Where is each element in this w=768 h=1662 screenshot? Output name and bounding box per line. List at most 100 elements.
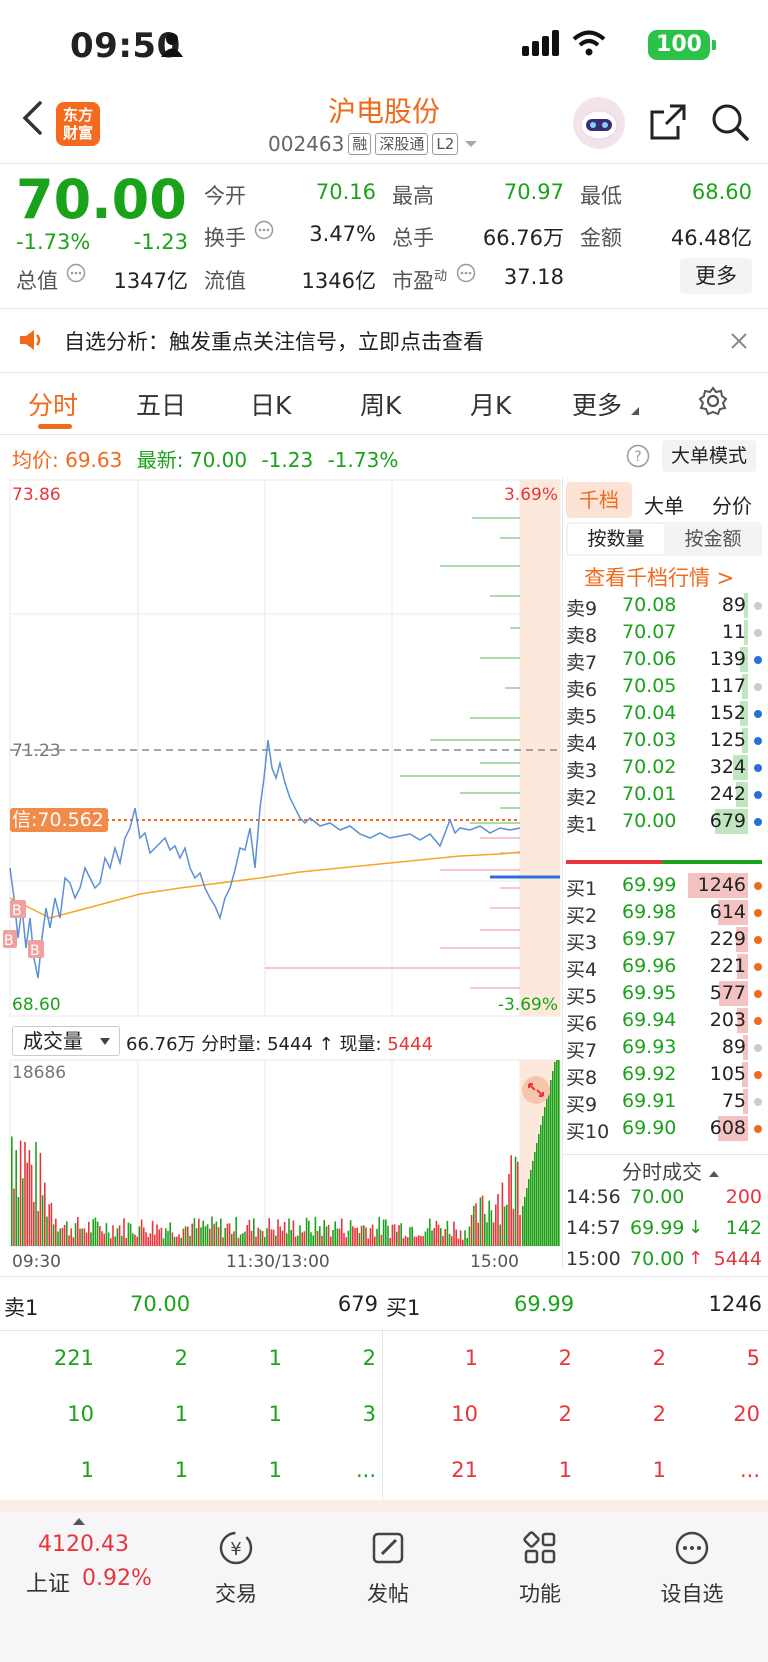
latest-label: 最新: <box>136 448 184 472</box>
volume-bar <box>72 1237 75 1246</box>
volume-bar <box>228 1223 231 1246</box>
level-dot <box>754 602 762 610</box>
volume-chart[interactable]: 18686 <box>0 1058 562 1248</box>
settings-gear-icon[interactable] <box>698 386 728 416</box>
bid1-qty: 1246 <box>708 1292 762 1316</box>
ask-level[interactable]: 卖2 70.01 242 <box>566 781 764 809</box>
bid-level[interactable]: 买3 69.97 229 <box>566 926 764 954</box>
bid-level[interactable]: 买4 69.96 221 <box>566 953 764 981</box>
volume-bar <box>380 1234 383 1246</box>
index-value[interactable]: 4120.43 <box>38 1532 129 1557</box>
ask-level-price: 70.07 <box>622 621 677 643</box>
bid-level[interactable]: 买1 69.99 1246 <box>566 872 764 900</box>
volume-bar <box>187 1226 189 1246</box>
bid-level[interactable]: 买2 69.98 614 <box>566 899 764 927</box>
ask-level[interactable]: 卖7 70.06 139 <box>566 646 764 674</box>
info-dots-icon[interactable] <box>254 220 274 240</box>
info-dots-icon[interactable] <box>66 263 86 283</box>
trade-qty: 200 <box>725 1186 762 1208</box>
volume-bar <box>371 1224 374 1246</box>
tab-monthly-k[interactable]: 月K <box>470 386 511 422</box>
subtab-by-amount[interactable]: 按金额 <box>666 524 760 554</box>
index-change[interactable]: 0.92% <box>82 1566 152 1591</box>
nav-add-watchlist[interactable]: 设自选 <box>642 1528 742 1608</box>
volume-total: 66.76万 <box>126 1034 196 1055</box>
level-dot <box>754 936 762 944</box>
time-axis-mid: 11:30/13:00 <box>226 1252 330 1272</box>
volume-bar <box>147 1237 149 1246</box>
tab-price-distribution[interactable]: 分价 <box>712 490 752 519</box>
volume-bar <box>281 1230 284 1246</box>
indicator-selector[interactable]: 成交量 <box>12 1026 120 1056</box>
ask-level[interactable]: 卖5 70.04 152 <box>566 700 764 728</box>
subtab-by-volume[interactable]: 按数量 <box>568 524 664 554</box>
more-button[interactable]: 更多 <box>680 258 752 294</box>
bid-level[interactable]: 买6 69.94 203 <box>566 1007 764 1035</box>
ask-level-label: 卖9 <box>566 598 598 620</box>
volume-bar <box>457 1238 460 1246</box>
index-name[interactable]: 上证 <box>26 1566 70 1598</box>
tab-weekly-k[interactable]: 周K <box>360 386 401 422</box>
tab-five-day[interactable]: 五日 <box>136 386 186 422</box>
intraday-price-chart[interactable]: 信:70.562 B B B 73.86 3.69% 71.23 68.60 -… <box>0 478 562 1022</box>
banner-text[interactable]: 自选分析：触发重点关注信号，立即点击查看 <box>64 326 484 356</box>
bid1-label: 买1 <box>386 1296 421 1320</box>
stock-code-line[interactable]: 002463 融 深股通 L2 <box>268 132 480 156</box>
share-icon[interactable] <box>648 102 688 142</box>
bid-level-qty: 577 <box>709 982 746 1004</box>
nav-trade[interactable]: ¥ 交易 <box>186 1528 286 1608</box>
volume-bar <box>96 1221 99 1246</box>
market-cap-value: 1347亿 <box>113 269 188 293</box>
close-icon[interactable] <box>730 332 748 350</box>
volume-bar <box>312 1235 314 1246</box>
bid-level[interactable]: 买10 69.90 608 <box>566 1115 764 1143</box>
volume-bar <box>522 1206 524 1246</box>
volume-bar <box>121 1235 123 1246</box>
info-dots-icon[interactable] <box>456 263 476 283</box>
volume-bar <box>323 1219 325 1246</box>
tab-intraday[interactable]: 分时 <box>28 386 78 422</box>
volume-bar <box>391 1224 394 1246</box>
volume-max-label: 18686 <box>12 1063 66 1083</box>
search-icon[interactable] <box>710 102 750 142</box>
volume-bar <box>239 1234 242 1246</box>
view-depth-link[interactable]: 查看千档行情 > <box>584 562 734 592</box>
tab-depth[interactable]: 千档 <box>566 482 632 518</box>
volume-bar <box>149 1233 152 1246</box>
expand-icon[interactable] <box>522 1076 550 1104</box>
ask-level[interactable]: 卖8 70.07 11 <box>566 619 764 647</box>
big-order-mode-button[interactable]: 大单模式 <box>662 440 756 472</box>
bid-level[interactable]: 买5 69.95 577 <box>566 980 764 1008</box>
bid-level-qty: 75 <box>721 1090 746 1112</box>
bid-level[interactable]: 买9 69.91 75 <box>566 1088 764 1116</box>
minute-volume-value: 5444 <box>267 1034 313 1055</box>
tab-big-order[interactable]: 大单 <box>644 490 684 519</box>
robot-assistant-icon[interactable] <box>572 96 626 150</box>
volume-bar <box>220 1218 222 1246</box>
volume-bar <box>176 1236 178 1246</box>
active-tab-indicator <box>38 424 72 429</box>
volume-bar <box>334 1221 336 1246</box>
ask-level[interactable]: 卖3 70.02 324 <box>566 754 764 782</box>
nav-post[interactable]: 发帖 <box>338 1528 438 1608</box>
tab-more[interactable]: 更多 <box>572 386 622 422</box>
volume-bar <box>546 1098 548 1246</box>
volume-bar <box>341 1218 343 1246</box>
ask-level[interactable]: 卖1 70.00 679 <box>566 808 764 836</box>
ask-level[interactable]: 卖6 70.05 117 <box>566 673 764 701</box>
ask-level[interactable]: 卖9 70.08 89 <box>566 592 764 620</box>
bid-level[interactable]: 买7 69.93 89 <box>566 1034 764 1062</box>
volume-bar <box>352 1226 354 1246</box>
help-icon[interactable]: ? <box>626 444 650 468</box>
trades-title[interactable]: 分时成交 <box>622 1156 720 1185</box>
volume-bar <box>499 1224 501 1246</box>
ask-level[interactable]: 卖4 70.03 125 <box>566 727 764 755</box>
volume-bar <box>431 1230 433 1246</box>
bid-level[interactable]: 买8 69.92 105 <box>566 1061 764 1089</box>
bid-level-price: 69.92 <box>622 1063 677 1085</box>
nav-functions[interactable]: 功能 <box>490 1528 590 1608</box>
tab-daily-k[interactable]: 日K <box>250 386 291 422</box>
volume-bar <box>429 1218 431 1246</box>
volume-bar <box>206 1224 209 1246</box>
volume-bar <box>524 1197 526 1246</box>
